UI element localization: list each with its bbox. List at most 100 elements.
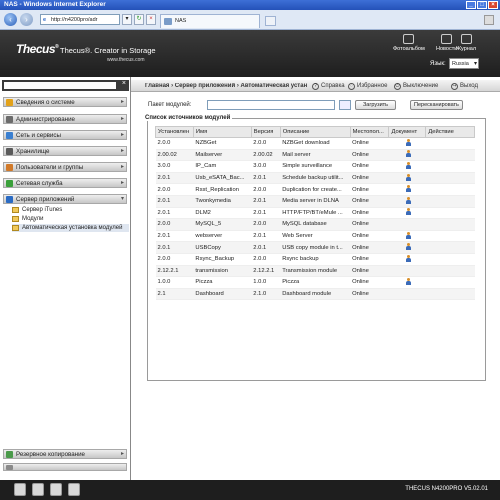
photo-album-icon[interactable]: Фотоальбом xyxy=(393,34,425,52)
table-row[interactable]: 2.0.1 Twonkymedia 2.0.1 Media server in DLN… xyxy=(155,195,475,208)
favorites-link[interactable]: ♡ Избранное xyxy=(348,83,387,90)
new-tab-icon[interactable] xyxy=(265,16,276,26)
cell-action[interactable] xyxy=(425,172,475,185)
table-header-row: Установлен Имя Версия Описание Местопол... До… xyxy=(155,126,475,138)
help-link[interactable]: ? Справка xyxy=(312,83,345,90)
menu-item-icon xyxy=(6,465,13,470)
column-header[interactable]: Имя xyxy=(192,126,252,138)
sidebar-section-system-info[interactable]: Сведения о системе ▸ xyxy=(3,97,127,107)
document-icon[interactable] xyxy=(405,150,411,158)
document-icon[interactable] xyxy=(405,173,411,181)
network-status-icon[interactable] xyxy=(68,483,80,496)
home-icon[interactable] xyxy=(14,483,26,496)
table-row[interactable]: 1.0.0 Piczza 1.0.0 Piczza Online xyxy=(155,276,475,289)
clear-search-icon[interactable]: × xyxy=(122,80,126,87)
back-icon[interactable]: ‹ xyxy=(4,13,17,26)
sidebar-section-users[interactable]: Пользователи и группы ▸ xyxy=(3,162,127,172)
menu-icon[interactable] xyxy=(484,15,494,25)
address-dropdown-icon[interactable]: ▾ xyxy=(122,14,132,25)
cell-action[interactable] xyxy=(425,149,475,162)
cell-location: Online xyxy=(350,218,389,231)
install-button[interactable]: Загрузить xyxy=(355,100,396,110)
browser-title-bar: NAS - Windows Internet Explorer _ □ × xyxy=(0,0,500,10)
address-bar[interactable]: http://n4200pro/adr xyxy=(40,14,120,25)
document-icon[interactable] xyxy=(405,185,411,193)
document-icon[interactable] xyxy=(405,243,411,251)
cell-action[interactable] xyxy=(425,218,475,231)
package-label: Пакет модулей: xyxy=(148,102,192,108)
cell-action[interactable] xyxy=(425,160,475,173)
breadcrumb-bar: Главная › Сервер приложений › Автоматиче… xyxy=(131,80,500,92)
cell-name: IP_Cam xyxy=(193,160,252,173)
document-icon[interactable] xyxy=(405,196,411,204)
forward-icon[interactable]: › xyxy=(20,13,33,26)
sidebar-section-administration[interactable]: Администрирование ▸ xyxy=(3,114,127,124)
rescan-button[interactable]: Пересканировать xyxy=(410,100,463,110)
browse-icon[interactable] xyxy=(339,100,351,110)
sidebar-item-itunes[interactable]: Сервер iTunes xyxy=(12,206,62,214)
cell-action[interactable] xyxy=(425,241,475,254)
sidebar-search: × xyxy=(2,80,129,91)
table-row[interactable]: 2.0.1 DLM2 2.0.1 HTTP/FTP/BT/eMule ... Onlin… xyxy=(155,207,475,220)
disk-icon[interactable] xyxy=(32,483,44,496)
document-icon[interactable] xyxy=(405,277,411,285)
table-row[interactable]: 2.0.1 webserver 2.0.1 Web Server Online xyxy=(155,230,475,243)
document-icon[interactable] xyxy=(405,231,411,239)
table-row[interactable]: 2.00.02 Mailserver 2.00.02 Mail server Onlin… xyxy=(155,149,475,162)
sidebar-item-auto-install[interactable]: Автоматическая установка модулей xyxy=(12,224,129,232)
document-icon[interactable] xyxy=(405,254,411,262)
stop-icon[interactable]: × xyxy=(146,14,156,25)
sidebar-item-modules[interactable]: Модули xyxy=(12,215,44,223)
table-row[interactable]: 2.12.2.1 transmission 2.12.2.1 Transmission… xyxy=(155,265,475,278)
cell-name: Dashboard xyxy=(193,288,252,301)
minimize-icon[interactable]: _ xyxy=(466,1,476,9)
table-row[interactable]: 2.0.0 Rsst_Replication 2.0.0 Duplication fo… xyxy=(155,183,475,196)
cell-installed: 2.0.0 xyxy=(155,253,194,266)
cell-action[interactable] xyxy=(425,253,475,266)
browser-tab[interactable]: NAS xyxy=(160,14,260,28)
cell-action[interactable] xyxy=(425,207,475,220)
cell-action[interactable] xyxy=(425,183,475,196)
printer-icon[interactable] xyxy=(50,483,62,496)
table-row[interactable]: 2.0.0 Rsync_Backup 2.0.0 Rsync backup Online xyxy=(155,253,475,266)
table-row[interactable]: 2.0.0 MySQL_5 2.0.0 MySQL database Online xyxy=(155,218,475,231)
column-header[interactable]: Версия xyxy=(250,126,281,138)
document-icon[interactable] xyxy=(405,208,411,216)
document-icon[interactable] xyxy=(405,161,411,169)
language-select[interactable]: Russia xyxy=(449,58,479,69)
cell-action[interactable] xyxy=(425,276,475,289)
cell-action[interactable] xyxy=(425,230,475,243)
shutdown-link[interactable]: ⏻ Выключение xyxy=(394,83,438,90)
sidebar-section-backup[interactable]: Резервное копирование ▸ xyxy=(3,449,127,459)
sidebar-section-network[interactable]: Сеть и сервисы ▸ xyxy=(3,130,127,140)
sidebar-section-extra[interactable] xyxy=(3,463,127,471)
cell-action[interactable] xyxy=(425,195,475,208)
news-icon[interactable]: Новости xyxy=(436,34,457,52)
table-row[interactable]: 2.1 Dashboard 2.1.0 Dashboard module Online xyxy=(155,288,475,301)
table-row[interactable]: 2.0.1 USBCopy 2.0.1 USB copy module in t...… xyxy=(155,241,475,254)
cell-description: Piczza xyxy=(280,276,351,289)
sidebar-section-app-server[interactable]: Сервер приложений ▾ xyxy=(3,194,127,204)
column-header[interactable]: Местопол... xyxy=(349,126,390,138)
table-row[interactable]: 3.0.0 IP_Cam 3.0.0 Simple surveillance Onlin… xyxy=(155,160,475,173)
table-row[interactable]: 2.0.0 NZBGet 2.0.0 NZBGet download Online xyxy=(155,137,475,150)
package-file-input[interactable] xyxy=(207,100,335,110)
column-header[interactable]: Установлен xyxy=(155,126,194,138)
table-row[interactable]: 2.0.1 Usb_eSATA_Bac... 2.0.1 Schedule backu… xyxy=(155,172,475,185)
logout-link[interactable]: ↪ Выход xyxy=(451,83,478,90)
sidebar-section-network-service[interactable]: Сетевая служба ▸ xyxy=(3,178,127,188)
column-header[interactable]: Описание xyxy=(279,126,351,138)
cell-action[interactable] xyxy=(425,288,475,301)
log-icon[interactable]: Журнал xyxy=(456,34,476,52)
cell-action[interactable] xyxy=(425,137,475,150)
sidebar-section-storage[interactable]: Хранилище ▸ xyxy=(3,146,127,156)
refresh-icon[interactable]: ↻ xyxy=(134,14,144,25)
document-icon[interactable] xyxy=(405,138,411,146)
close-window-icon[interactable]: × xyxy=(488,1,498,9)
maximize-icon[interactable]: □ xyxy=(477,1,487,9)
cell-version: 2.0.1 xyxy=(251,172,281,185)
cell-action[interactable] xyxy=(425,265,475,278)
column-header[interactable]: Действие xyxy=(425,126,475,138)
column-header[interactable]: Документ xyxy=(388,126,427,138)
sidebar-search-input[interactable] xyxy=(4,82,116,89)
